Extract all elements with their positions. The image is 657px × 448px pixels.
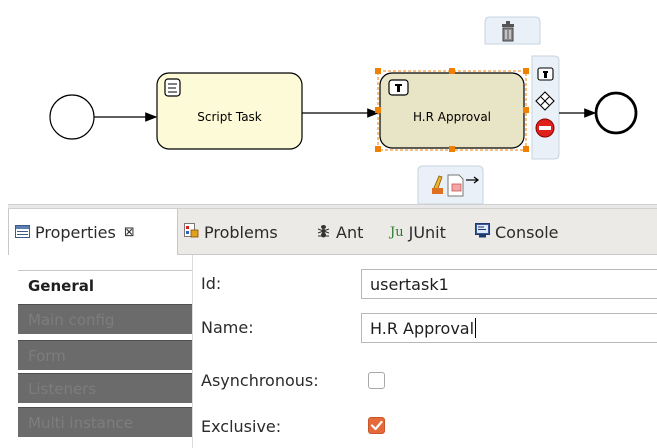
checkmark-icon [370, 420, 383, 431]
console-icon [475, 222, 490, 242]
end-event-icon[interactable] [535, 118, 555, 138]
ant-icon [316, 223, 331, 242]
tab-console-label: Console [495, 222, 559, 242]
exclusive-label: Exclusive: [201, 417, 282, 436]
name-value: H.R Approval [370, 318, 475, 338]
tab-properties-label: Properties [35, 222, 116, 242]
user-task-label: H.R Approval [412, 110, 492, 124]
problems-icon [184, 222, 199, 242]
tab-junit[interactable]: Ju JUnit [390, 209, 446, 255]
close-icon[interactable]: ⊠ [124, 225, 135, 240]
script-task-label: Script Task [197, 110, 262, 124]
tab-console[interactable]: Console [475, 209, 559, 255]
properties-icon [15, 223, 30, 242]
sidebar-item-listeners[interactable]: Listeners [18, 373, 192, 403]
id-value: usertask1 [370, 274, 449, 294]
sidebar-divider [192, 255, 193, 448]
annotation-icon[interactable] [447, 174, 464, 197]
script-icon [164, 78, 181, 97]
name-label: Name: [201, 318, 254, 337]
text-caret [475, 318, 477, 338]
view-tab-bar: Properties ⊠ Problems Ant Ju JUnit Conso… [8, 209, 657, 255]
properties-panel: General Main config Form Listeners Multi… [8, 255, 657, 448]
sidebar-item-form[interactable]: Form [18, 340, 192, 370]
tab-problems[interactable]: Problems [184, 209, 278, 255]
properties-sidebar: General Main config Form Listeners Multi… [18, 255, 192, 448]
user-task-icon [388, 79, 409, 96]
name-field[interactable]: H.R Approval [361, 313, 657, 343]
sidebar-item-general[interactable]: General [18, 270, 192, 300]
sidebar-item-multi-instance[interactable]: Multi instance [18, 407, 192, 437]
tab-junit-label: JUnit [408, 222, 446, 242]
tab-ant[interactable]: Ant [316, 209, 363, 255]
user-task-icon[interactable] [537, 67, 554, 81]
tab-problems-label: Problems [204, 222, 278, 242]
asynchronous-checkbox[interactable] [368, 372, 385, 389]
tab-properties[interactable]: Properties ⊠ [8, 209, 178, 255]
end-event[interactable] [594, 91, 638, 135]
asynchronous-label: Asynchronous: [201, 371, 319, 390]
id-label: Id: [201, 274, 222, 293]
junit-icon: Ju [390, 224, 404, 240]
delete-icon[interactable] [502, 21, 514, 42]
tab-ant-label: Ant [336, 222, 364, 242]
start-event[interactable] [49, 94, 95, 140]
sidebar-item-main-config[interactable]: Main config [18, 304, 192, 334]
id-field[interactable]: usertask1 [361, 269, 657, 299]
diagram-canvas[interactable]: Script Task H.R Approval [8, 0, 657, 204]
exclusive-checkbox[interactable] [368, 417, 385, 434]
